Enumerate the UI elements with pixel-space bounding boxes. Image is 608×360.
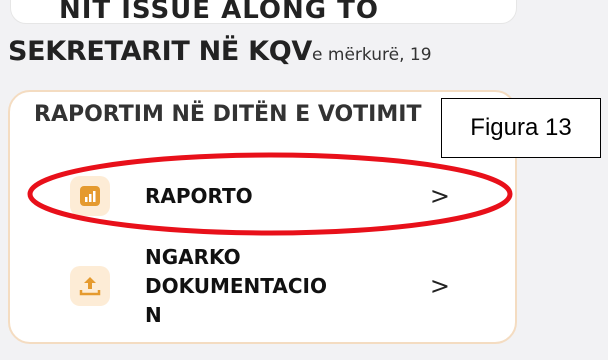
chevron-right-icon: > [429,182,450,210]
figure-label: Figura 13 [441,98,601,158]
date-label: e mërkurë, 19 [312,45,432,65]
chevron-right-icon: > [429,272,450,300]
menu-item-label: RAPORTO [145,183,253,208]
top-partial-card[interactable]: NIT ISSUE ALONG TO [10,0,517,24]
page-title: SEKRETARIT NË KQV [8,36,313,67]
top-partial-text: NIT ISSUE ALONG TO [59,0,379,24]
card-title: RAPORTIM NË DITËN E VOTIMIT [34,102,422,127]
upload-icon [70,266,110,306]
menu-item-label: NGARKO DOKUMENTACIO N [145,244,327,327]
chart-icon [70,176,110,216]
page-header: SEKRETARIT NË KQVe mërkurë, 19 [8,36,432,67]
menu-item-ngarko-dokumentacion[interactable]: NGARKO DOKUMENTACIO N > [40,236,480,336]
menu-item-raporto[interactable]: RAPORTO > [40,176,480,216]
